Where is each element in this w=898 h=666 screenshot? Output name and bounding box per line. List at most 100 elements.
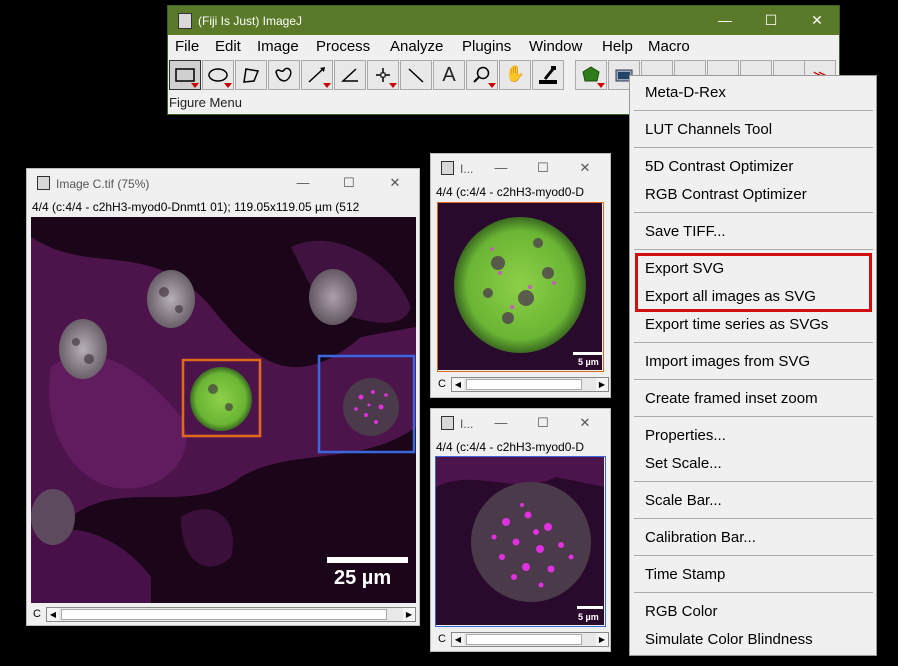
menu-item-meta-d-rex[interactable]: Meta-D-Rex	[645, 84, 726, 101]
image-canvas[interactable]: 25 µm	[31, 217, 416, 603]
text-tool-icon: A	[442, 64, 456, 86]
figure-tool-button[interactable]	[575, 60, 607, 90]
image-c-title-bar[interactable]: Image C.tif (75%) — ☐ ✕	[27, 169, 419, 197]
maximize-button[interactable]: ☐	[523, 157, 563, 179]
menu-item-export-time-series-as-svgs[interactable]: Export time series as SVGs	[645, 316, 828, 333]
menu-separator	[634, 212, 873, 213]
menu-item-import-images-from-svg[interactable]: Import images from SVG	[645, 353, 810, 370]
rectangle-tool-button[interactable]	[169, 60, 201, 90]
scroll-left-arrow-icon[interactable]: ◀	[452, 378, 464, 391]
menu-file[interactable]: File	[175, 38, 199, 55]
menu-window[interactable]: Window	[529, 38, 582, 55]
menu-item-rgb-contrast-optimizer[interactable]: RGB Contrast Optimizer	[645, 186, 807, 203]
minimize-button[interactable]: —	[283, 172, 323, 194]
maximize-button[interactable]: ☐	[329, 172, 369, 194]
image-c-title: Image C.tif (75%)	[56, 177, 150, 191]
menu-bar: File Edit Image Process Analyze Plugins …	[168, 36, 839, 58]
menu-item-properties[interactable]: Properties...	[645, 427, 726, 444]
menu-item-5d-contrast-optimizer[interactable]: 5D Contrast Optimizer	[645, 158, 793, 175]
menu-item-calibration-bar[interactable]: Calibration Bar...	[645, 529, 756, 546]
inset-top-title-bar[interactable]: I... — ☐ ✕	[431, 154, 610, 182]
menu-item-save-tiff[interactable]: Save TIFF...	[645, 223, 726, 240]
hand-tool-button[interactable]: ✋	[499, 60, 531, 90]
channel-scrollbar-row: C ◀ ▶	[435, 631, 609, 648]
inset-bottom-title: I...	[460, 417, 474, 431]
scroll-right-arrow-icon[interactable]: ▶	[596, 633, 608, 646]
maximize-button[interactable]: ☐	[523, 412, 563, 434]
menu-item-scale-bar[interactable]: Scale Bar...	[645, 492, 722, 509]
scroll-right-arrow-icon[interactable]: ▶	[403, 608, 415, 621]
scrollbar-thumb[interactable]	[466, 379, 582, 390]
menu-item-create-framed-inset-zoom[interactable]: Create framed inset zoom	[645, 390, 818, 407]
hand-tool-icon: ✋	[505, 66, 525, 83]
menu-image[interactable]: Image	[257, 38, 299, 55]
oval-tool-icon	[208, 68, 228, 82]
scroll-left-arrow-icon[interactable]: ◀	[47, 608, 59, 621]
channel-label: C	[438, 633, 446, 645]
channel-scrollbar[interactable]: ◀ ▶	[451, 632, 609, 647]
maximize-button[interactable]: ☐	[748, 6, 794, 35]
magnifier-tool-button[interactable]	[466, 60, 498, 90]
menu-edit[interactable]: Edit	[215, 38, 241, 55]
scale-bar-label: 5 µm	[578, 612, 599, 622]
close-button[interactable]: ✕	[794, 6, 840, 35]
scrollbar-thumb[interactable]	[466, 634, 582, 645]
polygon-tool-button[interactable]	[235, 60, 267, 90]
channel-label: C	[438, 378, 446, 390]
angle-tool-button[interactable]	[334, 60, 366, 90]
tool-options-indicator	[323, 83, 331, 88]
line-tool-button[interactable]	[301, 60, 333, 90]
point-tool-button[interactable]	[367, 60, 399, 90]
menu-separator	[634, 379, 873, 380]
figure-menu-dropdown: Meta-D-Rex LUT Channels Tool 5D Contrast…	[629, 75, 877, 656]
menu-separator	[634, 555, 873, 556]
color-picker-tool-button[interactable]	[532, 60, 564, 90]
scale-bar-label: 25 µm	[334, 567, 392, 589]
magnifier-tool-icon	[473, 66, 490, 83]
scale-bar-label: 5 µm	[578, 357, 599, 367]
inset-bottom-title-bar[interactable]: I... — ☐ ✕	[431, 409, 610, 437]
channel-scrollbar[interactable]: ◀ ▶	[451, 377, 609, 392]
minimize-button[interactable]: —	[702, 6, 748, 35]
menu-process[interactable]: Process	[316, 38, 370, 55]
image-window-icon	[441, 416, 454, 430]
inset-bottom-canvas[interactable]: 5 µm	[435, 456, 606, 627]
menu-separator	[634, 342, 873, 343]
main-title-bar[interactable]: (Fiji Is Just) ImageJ — ☐ ✕	[168, 6, 839, 35]
menu-help[interactable]: Help	[602, 38, 633, 55]
scrollbar-thumb[interactable]	[61, 609, 387, 620]
angle-tool-icon	[341, 68, 358, 82]
menu-item-time-stamp[interactable]: Time Stamp	[645, 566, 725, 583]
inset-top-title: I...	[460, 162, 474, 176]
channel-label: C	[33, 608, 41, 620]
menu-macro[interactable]: Macro	[648, 38, 690, 55]
menu-item-lut-channels-tool[interactable]: LUT Channels Tool	[645, 121, 772, 138]
tool-options-indicator	[488, 83, 496, 88]
freehand-tool-button[interactable]	[268, 60, 300, 90]
menu-analyze[interactable]: Analyze	[390, 38, 443, 55]
menu-separator	[634, 249, 873, 250]
text-tool-button[interactable]: A	[433, 60, 465, 90]
menu-separator	[634, 481, 873, 482]
polygon-tool-icon	[243, 68, 260, 83]
menu-item-set-scale[interactable]: Set Scale...	[645, 455, 722, 472]
minimize-button[interactable]: —	[481, 157, 521, 179]
oval-tool-button[interactable]	[202, 60, 234, 90]
image-info-line: 4/4 (c:4/4 - c2hH3-myod0-Dnmt1 01); 119.…	[32, 200, 360, 214]
status-bar: Figure Menu	[169, 95, 242, 110]
close-button[interactable]: ✕	[565, 157, 605, 179]
channel-scrollbar[interactable]: ◀ ▶	[46, 607, 416, 622]
menu-plugins[interactable]: Plugins	[462, 38, 511, 55]
imagej-app-icon	[178, 13, 192, 29]
menu-item-rgb-color[interactable]: RGB Color	[645, 603, 718, 620]
inset-top-canvas[interactable]: 5 µm	[437, 202, 604, 372]
tool-options-indicator	[224, 83, 232, 88]
wand-tool-icon	[408, 68, 424, 83]
menu-item-simulate-color-blindness[interactable]: Simulate Color Blindness	[645, 631, 813, 648]
minimize-button[interactable]: —	[481, 412, 521, 434]
close-button[interactable]: ✕	[565, 412, 605, 434]
wand-tool-button[interactable]	[400, 60, 432, 90]
scroll-left-arrow-icon[interactable]: ◀	[452, 633, 464, 646]
close-button[interactable]: ✕	[375, 172, 415, 194]
scroll-right-arrow-icon[interactable]: ▶	[596, 378, 608, 391]
